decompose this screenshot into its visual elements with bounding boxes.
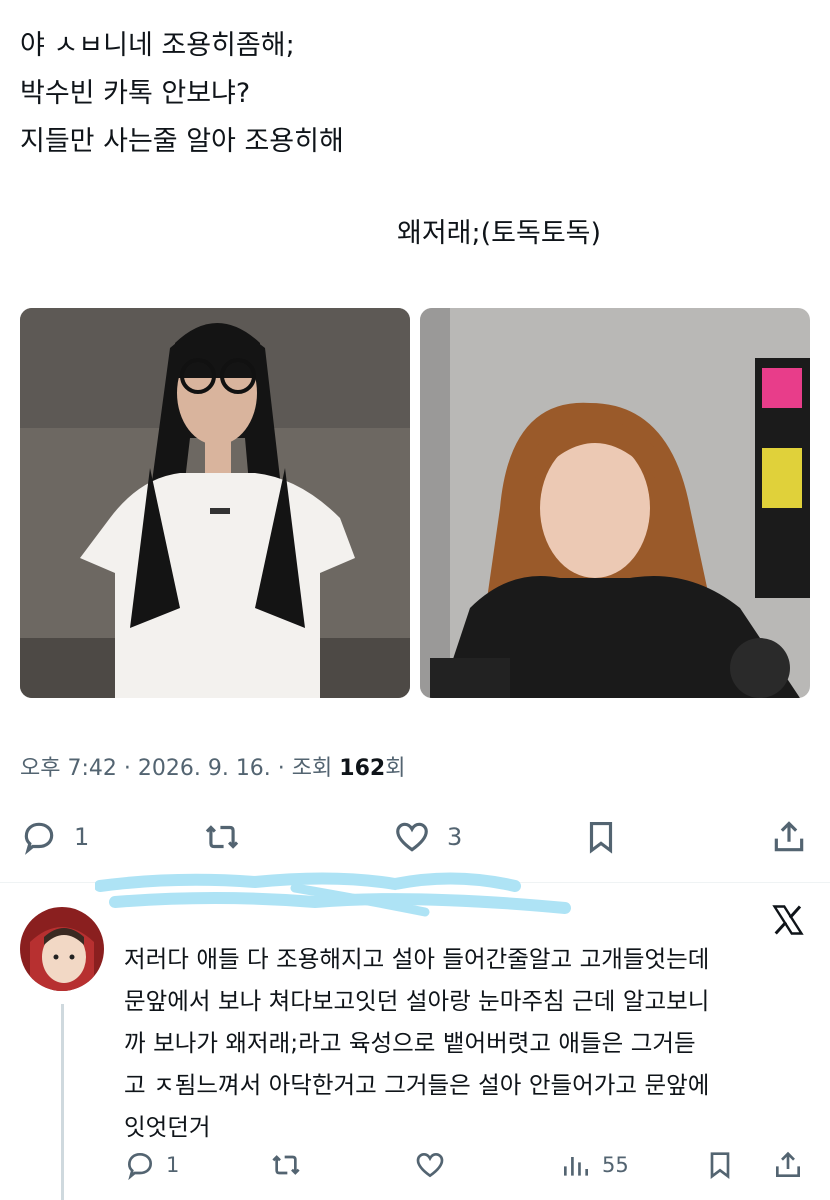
reply-line: 잇엇던거 — [124, 1113, 211, 1141]
share-icon — [776, 1151, 800, 1177]
reply-button[interactable]: 1 — [20, 814, 89, 860]
redaction-scribble — [95, 872, 571, 917]
tweet-line: 왜저래;(토독토독) — [397, 218, 602, 249]
retweet-icon — [272, 1155, 300, 1175]
retweet-icon — [205, 825, 239, 849]
tweet-meta: 오후 7:42 · 2026. 9. 16. · 조회 162회 — [20, 750, 405, 782]
view-suffix: 회 — [385, 756, 406, 781]
reply-line: 저러다 애들 다 조용해지고 설아 들어간줄알고 고개들엇는데 — [124, 945, 710, 973]
share-button[interactable] — [770, 814, 808, 860]
photo-right-image — [420, 308, 810, 698]
tweet-line: 지들만 사는줄 알아 조용히해 — [20, 126, 344, 157]
tweet-line: 야 ㅅㅂ니네 조용히좀해; — [20, 30, 295, 61]
reply-line: 문앞에서 보나 쳐다보고잇던 설아랑 눈마주침 근데 알고보니 — [124, 987, 710, 1015]
bookmark-button[interactable] — [582, 814, 620, 860]
reply-views-button[interactable]: 55 — [560, 1146, 629, 1184]
reply-reply-count: 1 — [166, 1153, 180, 1177]
reply-views-count: 55 — [602, 1153, 629, 1177]
thread-line — [61, 1004, 64, 1200]
reply-bookmark-button[interactable] — [704, 1146, 736, 1184]
heart-icon — [416, 1152, 444, 1178]
avatar-image — [20, 907, 104, 991]
reply-text: 저러다 애들 다 조용해지고 설아 들어간줄알고 고개들엇는데 문앞에서 보나 … — [124, 938, 814, 1148]
speech-bubble-icon — [24, 822, 54, 855]
bookmark-icon — [710, 1152, 730, 1179]
tweet-text: 야 ㅅㅂ니네 조용히좀해; 박수빈 카톡 안보냐? 지들만 사는줄 알아 조용히… — [20, 22, 800, 258]
x-logo-icon — [772, 905, 804, 935]
reply-count: 1 — [74, 823, 90, 851]
photo-left[interactable] — [20, 308, 410, 698]
reply-like-button[interactable] — [414, 1146, 456, 1184]
reply-action-bar: 1 55 — [124, 1146, 814, 1186]
reply-reply-button[interactable]: 1 — [124, 1146, 179, 1184]
bar-chart-icon — [564, 1157, 588, 1176]
reply-line: 까 보나가 왜저래;라고 육성으로 뱉어버렷고 애들은 그거듣 — [124, 1029, 696, 1057]
tweet-action-bar: 1 3 — [20, 814, 810, 864]
photo-right[interactable] — [420, 308, 810, 698]
reply-line: 고 ㅈ됨느껴서 아닥한거고 그거들은 설아 안들어가고 문앞에 — [124, 1071, 710, 1099]
avatar[interactable] — [20, 907, 104, 991]
photo-left-image — [20, 308, 410, 698]
timestamp: 오후 7:42 · 2026. 9. 16. · 조회 — [20, 756, 340, 781]
reply-share-button[interactable] — [772, 1146, 804, 1184]
like-count: 3 — [447, 823, 463, 851]
reply-retweet-button[interactable] — [270, 1146, 312, 1184]
view-count: 162 — [339, 756, 386, 781]
speech-bubble-icon — [127, 1152, 153, 1181]
retweet-button[interactable] — [203, 814, 257, 860]
tweet-line: 박수빈 카톡 안보냐? — [20, 78, 251, 109]
share-icon — [774, 821, 804, 852]
heart-icon — [396, 822, 428, 852]
media-gallery — [20, 308, 810, 698]
like-button[interactable]: 3 — [393, 814, 462, 860]
bookmark-icon — [589, 821, 613, 854]
